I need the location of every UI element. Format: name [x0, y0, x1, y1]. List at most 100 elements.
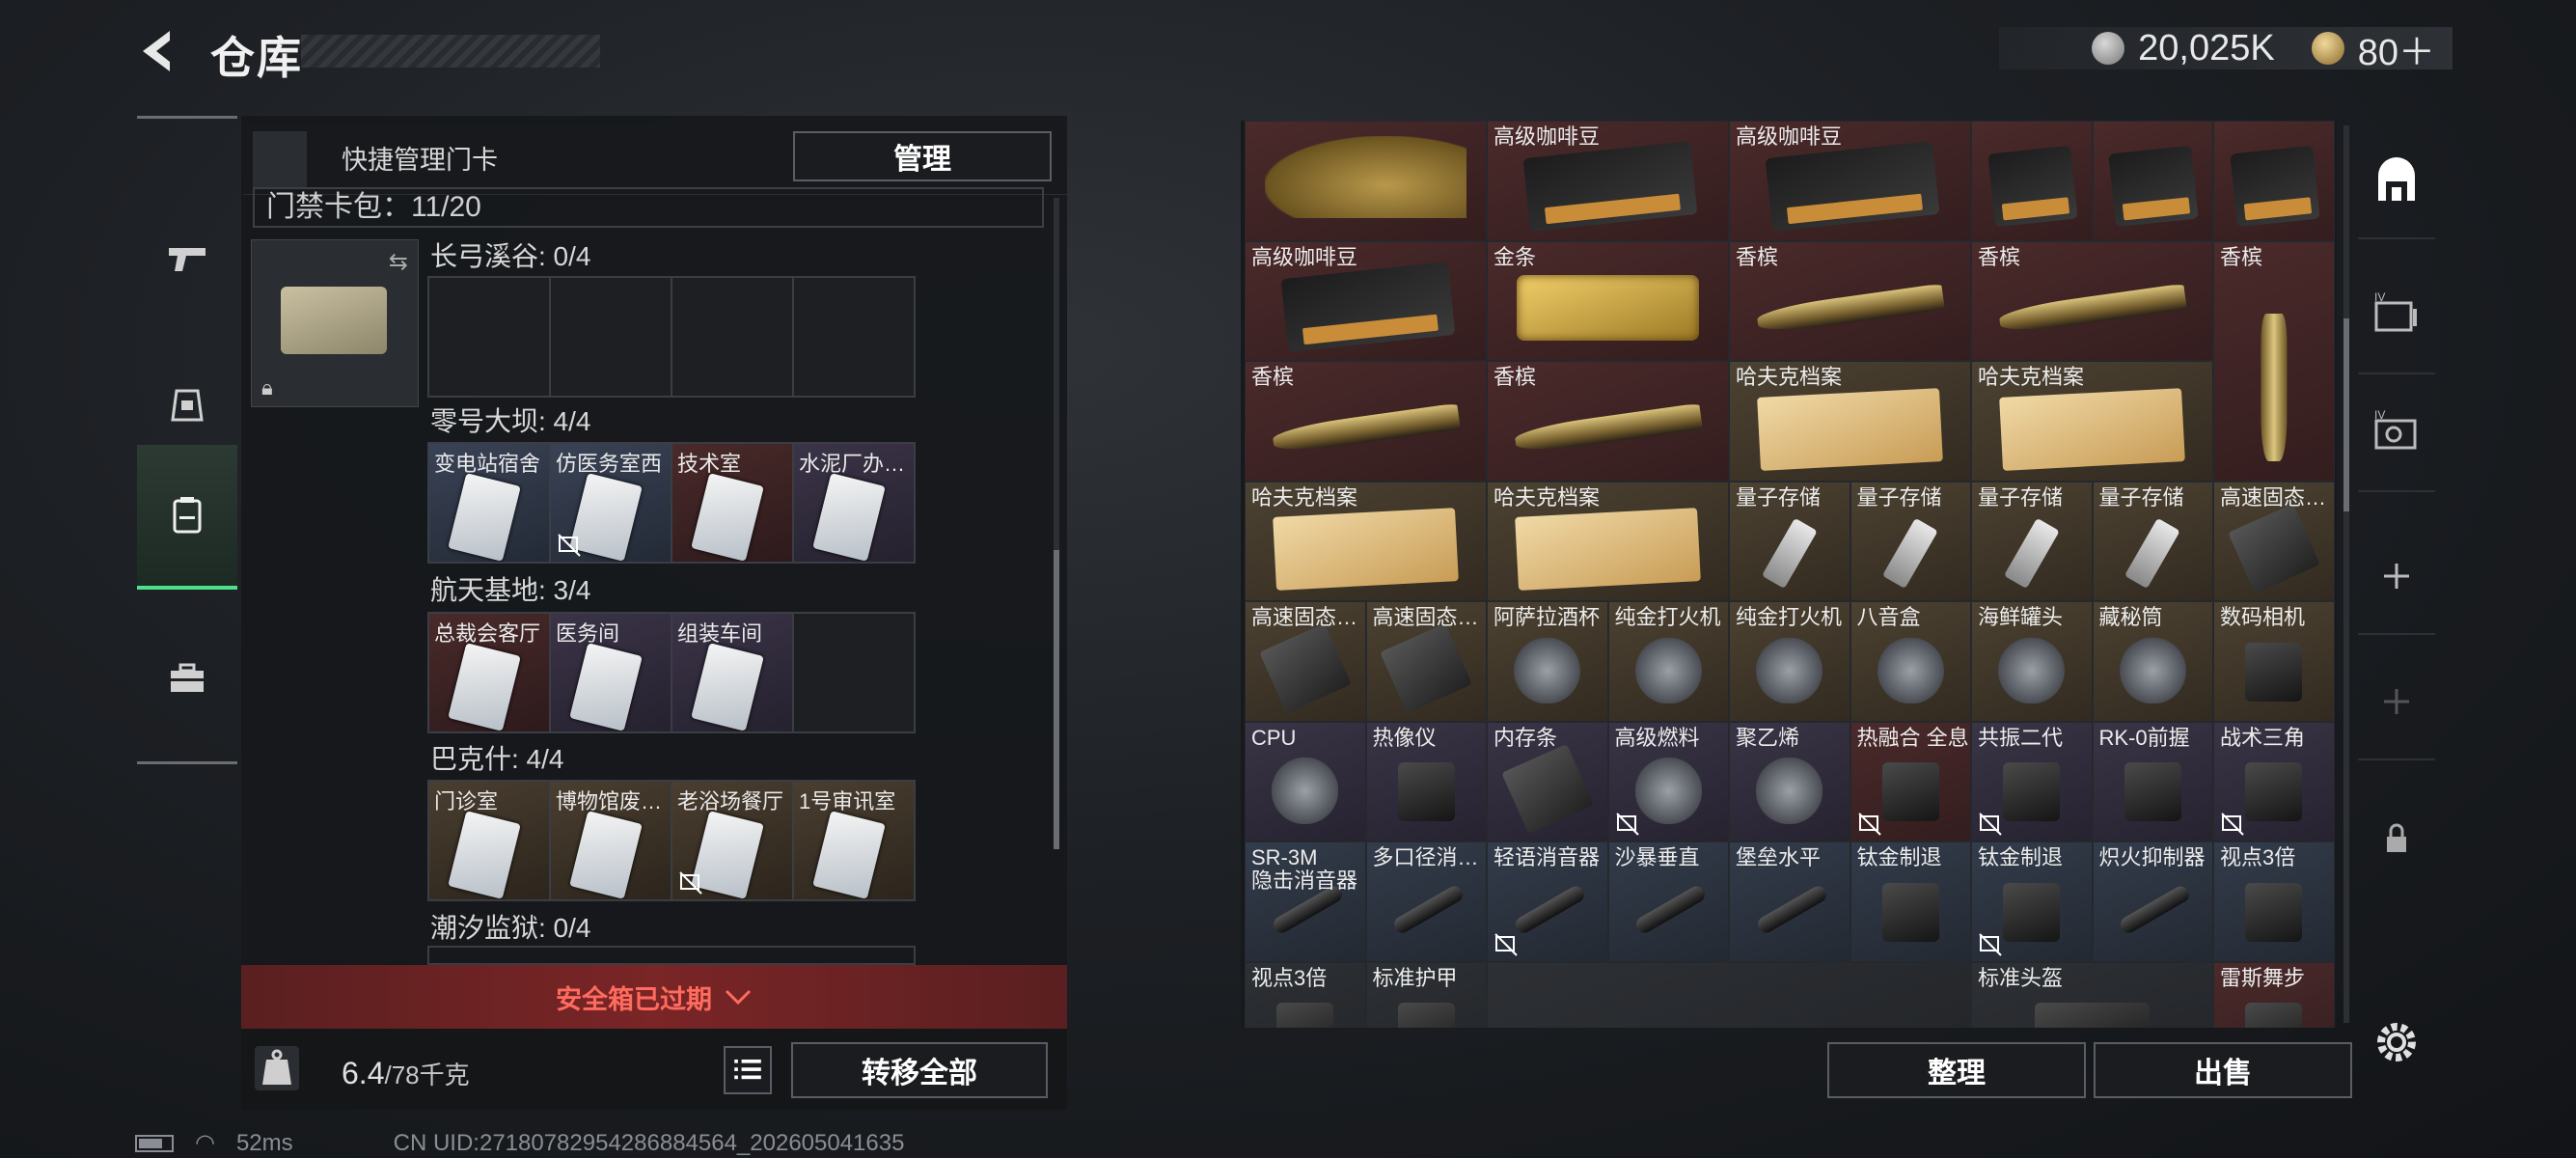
left-scrollbar-thumb[interactable]	[1054, 550, 1059, 849]
rail-toolbox-tab[interactable]	[137, 607, 237, 752]
inventory-item[interactable]: 哈夫克档案	[1487, 481, 1729, 601]
inventory-item[interactable]: 轻语消音器	[1487, 841, 1608, 962]
inventory-item[interactable]: SR-3M 隐击消音器	[1245, 841, 1366, 962]
keycard-slot[interactable]: 变电站宿舍	[429, 444, 551, 562]
item-image	[1258, 623, 1352, 713]
inventory-item[interactable]: 高速固态…	[1365, 601, 1487, 722]
swap-icon[interactable]: ⇆	[389, 248, 408, 276]
inventory-item[interactable]: 视点3倍	[2213, 841, 2335, 962]
sort-button[interactable]: 整理	[1827, 1042, 2086, 1098]
inventory-item[interactable]: 战术三角	[2213, 721, 2335, 841]
rail-weapon-tab[interactable]	[137, 186, 237, 331]
rail-keycard-tab[interactable]	[137, 445, 237, 590]
inventory-item[interactable]: 量子存储	[1729, 481, 1850, 601]
inventory-item[interactable]: RK-0前握	[2092, 721, 2213, 841]
item-label: 视点3倍	[1251, 965, 1328, 990]
safebox-expired-banner[interactable]: 安全箱已过期	[241, 965, 1067, 1029]
transfer-all-button[interactable]: 转移全部	[791, 1042, 1048, 1098]
manage-button[interactable]: 管理	[793, 131, 1052, 181]
inventory-item[interactable]: 香槟	[1487, 361, 1729, 482]
inventory-item[interactable]: 纯金打火机	[1729, 601, 1850, 722]
inventory-item[interactable]: 香槟	[1245, 361, 1487, 482]
item-label: 高速固态…	[1372, 605, 1479, 629]
inventory-item[interactable]: 多口径消…	[1365, 841, 1487, 962]
inventory-item[interactable]	[1971, 121, 2093, 241]
inventory-item[interactable]	[1245, 121, 1487, 241]
inventory-item[interactable]: 雷斯舞步	[2213, 961, 2335, 1028]
sell-button[interactable]: 出售	[2094, 1042, 2352, 1098]
inventory-item[interactable]: 高速固态…	[1245, 601, 1366, 722]
inventory-item[interactable]: 钛金制退	[1850, 841, 1971, 962]
inventory-item[interactable]: 香槟	[1971, 240, 2213, 361]
inventory-item[interactable]: CPU	[1245, 721, 1366, 841]
storage-expansion-iv-a[interactable]: IV	[2358, 259, 2435, 374]
keycard-slot[interactable]: 仿医务室西	[551, 444, 672, 562]
keycard-slot[interactable]	[672, 278, 794, 396]
keycard-slot[interactable]: 老浴场餐厅	[672, 782, 794, 899]
inventory-item[interactable]: 海鲜罐头	[1971, 601, 2093, 722]
keycard-slot[interactable]: 水泥厂办…	[794, 444, 914, 562]
back-arrow-icon[interactable]	[135, 27, 183, 75]
inventory-item[interactable]: 哈夫克档案	[1729, 361, 1971, 482]
keycard-slot[interactable]: 组装车间	[672, 614, 794, 731]
inventory-item[interactable]: 香槟	[1729, 240, 1971, 361]
inventory-item[interactable]: 高级咖啡豆	[1487, 121, 1729, 241]
keycard-slot[interactable]	[551, 278, 672, 396]
lock-icon	[2387, 823, 2406, 852]
inventory-item[interactable]: 炽火抑制器	[2092, 841, 2213, 962]
inventory-item[interactable]: 八音盒	[1850, 601, 1971, 722]
keycard-slot[interactable]	[794, 278, 914, 396]
inventory-scrollbar[interactable]	[2343, 125, 2349, 1023]
inventory-item[interactable]: 哈夫克档案	[1971, 361, 2213, 482]
inventory-item[interactable]: 高级咖啡豆	[1245, 240, 1487, 361]
keycard-case-thumbnail[interactable]: ⇆ 🔒︎	[251, 239, 419, 407]
keycard-slot[interactable]	[794, 614, 914, 731]
keycard-slot[interactable]: 总裁会客厅	[429, 614, 551, 731]
inventory-item[interactable]: 热融合 全息	[1850, 721, 1971, 841]
item-image	[1765, 141, 1940, 233]
inventory-item[interactable]	[1487, 961, 1971, 1028]
settings-gear-icon[interactable]	[2370, 1015, 2424, 1069]
item-label: 香槟	[2220, 244, 2263, 269]
inventory-item[interactable]: 量子存储	[1971, 481, 2093, 601]
inventory-item[interactable]: 数码相机	[2213, 601, 2335, 722]
keycard-slot[interactable]: 1号审讯室	[794, 782, 914, 899]
currency-secondary[interactable]: 80＋	[2358, 22, 2435, 75]
inventory-item[interactable]: 内存条	[1487, 721, 1608, 841]
inventory-item[interactable]: 共振二代	[1971, 721, 2093, 841]
inventory-item[interactable]: 阿萨拉酒杯	[1487, 601, 1608, 722]
keycard-slot[interactable]: 门诊室	[429, 782, 551, 899]
storage-main-tab[interactable]	[2358, 124, 2435, 239]
keycard-slot[interactable]: 博物馆废…	[551, 782, 672, 899]
add-storage-button[interactable]	[2358, 519, 2435, 635]
inventory-item[interactable]: 标准护甲	[1365, 961, 1487, 1028]
keycard-slot[interactable]: 技术室	[672, 444, 794, 562]
inventory-item[interactable]: 视点3倍	[1245, 961, 1366, 1028]
inventory-item[interactable]: 热像仪	[1365, 721, 1487, 841]
inventory-item[interactable]: 高级咖啡豆	[1729, 121, 1971, 241]
inventory-item[interactable]: 香槟	[2213, 240, 2335, 482]
inventory-item[interactable]: 沙暴垂直	[1607, 841, 1729, 962]
inventory-item[interactable]: 量子存储	[1850, 481, 1971, 601]
inventory-item[interactable]: 堡垒水平	[1729, 841, 1850, 962]
inventory-item[interactable]: 量子存储	[2092, 481, 2213, 601]
inventory-item[interactable]: 聚乙烯	[1729, 721, 1850, 841]
keycard-slot[interactable]	[429, 278, 551, 396]
inventory-item[interactable]: 哈夫克档案	[1245, 481, 1487, 601]
inventory-item[interactable]: 高速固态…	[2213, 481, 2335, 601]
keycard-label: 水泥厂办…	[799, 452, 906, 476]
inventory-grid: 高级咖啡豆 高级咖啡豆 高级咖啡豆 金条 香槟 香槟 香槟 香槟 香槟 哈夫克档案 哈夫克档案 哈夫克…	[1245, 121, 2335, 1028]
inventory-item[interactable]: 标准头盔	[1971, 961, 2213, 1028]
inventory-item[interactable]: 高级燃料	[1607, 721, 1729, 841]
item-label: 高级咖啡豆	[1251, 244, 1358, 269]
inventory-item[interactable]	[2092, 121, 2213, 241]
inventory-item[interactable]	[2213, 121, 2335, 241]
inventory-item[interactable]: 钛金制退	[1971, 841, 2093, 962]
inventory-item[interactable]: 藏秘筒	[2092, 601, 2213, 722]
inventory-item[interactable]: 纯金打火机	[1607, 601, 1729, 722]
storage-expansion-iv-b[interactable]: IV	[2358, 376, 2435, 492]
list-view-button[interactable]	[724, 1046, 772, 1094]
inventory-scrollbar-thumb[interactable]	[2343, 318, 2349, 511]
inventory-item[interactable]: 金条	[1487, 240, 1729, 361]
keycard-slot[interactable]: 医务间	[551, 614, 672, 731]
